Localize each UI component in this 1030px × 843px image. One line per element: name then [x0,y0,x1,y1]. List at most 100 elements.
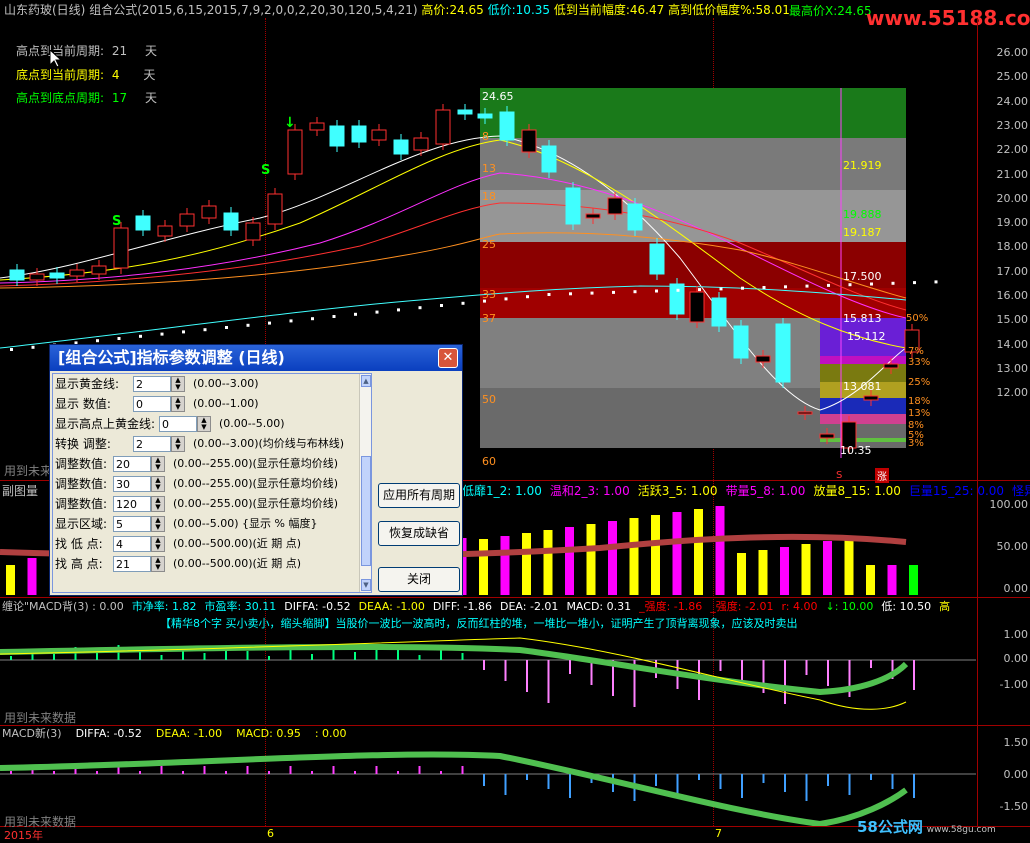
price-tick: 22.00 [996,143,1029,157]
sub2-legend-item: _强度: -1.86 [639,600,703,613]
fib-pct-label: 50% [906,313,929,324]
close-button[interactable]: 关闭 [378,567,460,592]
fib-left-label: 50 [482,393,496,406]
candle-body [711,297,727,327]
param-value-input[interactable]: 30 [113,476,151,492]
param-spinner-icon[interactable]: ▲ ▼ [151,476,165,492]
restore-default-button[interactable]: 恢复成缺省 [378,521,460,546]
param-spinner-icon[interactable]: ▲ ▼ [171,396,185,412]
candle-body [669,283,685,315]
ma-dot [117,337,121,340]
macd2-bar [225,771,227,774]
fib-right-label: 19.888 [843,208,882,221]
fib-pct-label: 18% [908,396,931,407]
param-range: (0.00--3.00) [193,377,259,390]
ma-dot [526,295,529,299]
scroll-down-icon[interactable]: ▼ [361,579,371,591]
ma-dot [31,345,35,349]
volume-bar [823,541,832,595]
band-magenta [820,356,906,364]
volume-bar [672,512,682,595]
param-value-input[interactable]: 0 [133,396,171,412]
param-value-input[interactable]: 20 [113,456,151,472]
param-spinner-icon[interactable]: ▲ ▼ [151,456,165,472]
mouse-cursor-icon [50,50,62,68]
sub2-legend-item: DEAA: -1.00 [358,600,425,613]
ma-dot [10,348,13,351]
period-high-to-now-unit: 天 [144,44,157,58]
fib-right-label: 15.813 [843,312,882,325]
param-value-input[interactable]: 4 [113,536,151,552]
macd1-bar [870,660,872,668]
param-spinner-icon[interactable]: ▲ ▼ [171,376,185,392]
param-range: (0.00--5.00) [219,417,285,430]
ma-dot [354,312,357,316]
macd1-bar [418,655,421,660]
macd1-bar [96,652,98,660]
price-tick: 21.00 [996,167,1029,181]
fib-pct-label: 3% [908,438,924,449]
macd1-bar [246,651,249,660]
param-range: (0.00--500.00)(近 期 点) [173,537,302,550]
candle-body [135,215,151,231]
param-value-input[interactable]: 120 [113,496,151,512]
band-green-thin [820,438,906,442]
macd1-bar [289,649,292,660]
param-value-input[interactable]: 5 [113,516,151,532]
apply-all-periods-button[interactable]: 应用所有周期 [378,483,460,508]
volume-bar [543,530,553,595]
scroll-thumb[interactable] [361,456,371,566]
scroll-up-icon[interactable]: ▲ [361,375,371,387]
macd2-bar [741,774,743,798]
param-label: 转换 调整: [55,437,111,451]
param-spinner-icon[interactable]: ▲ ▼ [197,416,211,432]
fib-left-label: 37 [482,312,496,325]
sub2-legend-item: 低: 10.50 [881,600,932,613]
macd2-bar [139,771,141,774]
macd2-bar [870,774,872,780]
ma-dot [590,291,594,295]
param-spinner-icon[interactable]: ▲ ▼ [151,536,165,552]
macd1-bar [526,660,528,692]
bottom-marker-zhang: 涨 [875,468,889,483]
sub2-tick-0: 0.00 [1003,652,1029,665]
price-tick: 12.00 [996,386,1029,400]
price-tick: 26.00 [996,46,1029,59]
param-spinner-icon[interactable]: ▲ ▼ [151,516,165,532]
macd1-bar [268,656,270,660]
ma-dot [160,332,164,336]
param-value-input[interactable]: 0 [159,416,197,432]
sub2-axis: 1.00 0.00 -1.00 [978,628,1030,725]
fib-left-label: 13 [482,162,496,175]
param-row: 找 低 点: 4 ▲ ▼ (0.00--500.00)(近 期 点) [55,534,355,554]
param-spinner-icon[interactable]: ▲ ▼ [171,436,185,452]
fib-left-label: 60 [482,455,496,468]
macd2-bar [311,771,313,774]
sub3-legend-item: DIFFA: -0.52 [75,727,142,740]
ma-dot [676,288,680,292]
volume-bar [500,536,510,595]
volume-bar [586,524,596,595]
param-range: (0.00--3.00)(均价线与布林线) [193,437,345,450]
param-value-input[interactable]: 2 [133,436,171,452]
param-value-input[interactable]: 21 [113,556,151,572]
param-row: 显示区域: 5 ▲ ▼ (0.00--5.00) {显示 % 幅度} [55,514,355,534]
candle-body [457,109,473,115]
volume-bar [909,565,918,595]
volume-bar [866,565,875,595]
candle-body [309,122,325,131]
param-spinner-icon[interactable]: ▲ ▼ [151,556,165,572]
indicator-param-dialog: [组合公式]指标参数调整 (日线) ✕ 找 高 点: 21 ▲ ▼ (0.00--500… [49,344,463,596]
dialog-close-icon[interactable]: ✕ [438,348,458,368]
macd2-bar [182,771,184,774]
param-value-input[interactable]: 2 [133,376,171,392]
param-spinner-icon[interactable]: ▲ ▼ [151,496,165,512]
sub1-tick-100: 100.00 [989,498,1029,511]
fib-right-label: 17.500 [843,270,882,283]
macd1-band [0,643,909,696]
param-row: 调整数值: 30 ▲ ▼ (0.00--255.00)(显示任意均价线) [55,474,355,494]
bottom-marker-s: S [836,470,843,481]
sub2-legend-item: 市盈率: 30.11 [204,600,277,613]
fib-left-label: 24.65 [482,90,514,103]
param-scrollbar[interactable]: ▲ ▼ [359,374,371,592]
